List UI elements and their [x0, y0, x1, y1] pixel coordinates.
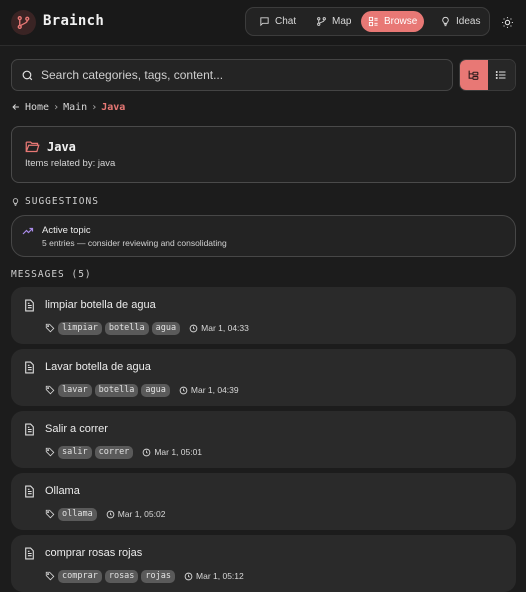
nav-map-label: Map [332, 16, 352, 27]
breadcrumb-main[interactable]: Main [63, 102, 87, 113]
tag-chip[interactable]: ollama [58, 507, 97, 521]
message-time: Mar 1, 05:02 [106, 509, 166, 519]
tag-icon [45, 323, 55, 333]
message-meta: salir correr Mar 1, 05:01 [45, 445, 202, 459]
message-time-text: Mar 1, 04:39 [190, 385, 239, 395]
category-title: Java [47, 140, 76, 154]
suggestion-detail: 5 entries — consider reviewing and conso… [42, 238, 227, 248]
suggestion-title: Active topic [42, 225, 91, 236]
theme-toggle-button[interactable] [499, 14, 516, 31]
lightbulb-icon [442, 16, 449, 27]
app-brand: Brainch [43, 13, 105, 29]
message-time-text: Mar 1, 04:33 [201, 323, 249, 333]
suggestion-card[interactable]: Active topic 5 entries — consider review… [11, 215, 516, 257]
chevron-right-icon: › [91, 101, 98, 113]
search-input[interactable] [41, 68, 431, 82]
suggestions-header: SUGGESTIONS [11, 196, 99, 207]
back-arrow-icon[interactable] [11, 102, 21, 112]
clock-icon [106, 510, 115, 518]
messages-header: MESSAGES (5) [11, 269, 92, 280]
brainch-logo-icon[interactable] [11, 10, 36, 35]
tag-chip[interactable]: agua [141, 383, 170, 397]
message-time: Mar 1, 04:33 [189, 323, 249, 333]
tag-icon [45, 509, 55, 519]
category-description: Items related by: java [25, 158, 116, 169]
breadcrumb-current: Java [101, 101, 126, 113]
message-title: limpiar botella de agua [45, 299, 156, 311]
folder-open-icon [25, 141, 40, 153]
grid-list-icon [368, 16, 378, 27]
message-title: comprar rosas rojas [45, 547, 143, 559]
search-icon [22, 70, 33, 80]
search-box[interactable] [11, 59, 453, 91]
list-view-button[interactable] [487, 60, 515, 90]
message-time: Mar 1, 05:01 [142, 447, 202, 457]
tag-chip[interactable]: correr [94, 445, 134, 459]
nav-ideas-label: Ideas [456, 16, 481, 27]
top-bar: Brainch Chat Map Browse Ideas [0, 0, 526, 46]
document-icon [25, 547, 34, 560]
chevron-right-icon: › [53, 101, 60, 113]
tag-chip[interactable]: limpiar [58, 321, 102, 335]
document-icon [25, 423, 34, 436]
lightbulb-icon [12, 197, 19, 206]
branch-icon [317, 17, 326, 26]
message-title: Lavar botella de agua [45, 361, 151, 373]
message-time-text: Mar 1, 05:02 [117, 509, 166, 519]
main-nav: Chat Map Browse Ideas [245, 7, 490, 36]
nav-map[interactable]: Map [309, 11, 358, 32]
clock-icon [189, 324, 198, 332]
document-icon [25, 361, 34, 374]
category-card: Java Items related by: java [11, 126, 516, 183]
message-time: Mar 1, 04:39 [179, 385, 239, 395]
nav-chat[interactable]: Chat [252, 11, 303, 32]
tag-chip[interactable]: botella [94, 383, 139, 397]
tag-chip[interactable]: agua [151, 321, 181, 335]
tag-chip[interactable]: lavar [58, 383, 92, 397]
tag-icon [45, 385, 55, 395]
message-meta: lavar botella agua Mar 1, 04:39 [45, 383, 239, 397]
tag-chip[interactable]: rosas [104, 569, 139, 583]
message-meta: limpiar botella agua Mar 1, 04:33 [45, 321, 249, 335]
message-meta: ollama Mar 1, 05:02 [45, 507, 165, 521]
message-card[interactable]: Ollama ollama Mar 1, 05:02 [11, 473, 516, 530]
document-icon [25, 485, 34, 498]
message-card[interactable]: limpiar botella de agua limpiar botella agu… [11, 287, 516, 344]
tree-view-button[interactable] [460, 60, 488, 90]
nav-browse-label: Browse [384, 16, 418, 27]
message-title: Salir a correr [45, 423, 108, 435]
suggestions-title: SUGGESTIONS [25, 196, 99, 207]
tag-chip[interactable]: rojas [141, 569, 176, 583]
document-icon [25, 299, 34, 312]
sun-icon [502, 17, 513, 28]
clock-icon [179, 386, 188, 394]
message-card[interactable]: comprar rosas rojas comprar rosas rojas Mar … [11, 535, 516, 592]
message-time-text: Mar 1, 05:01 [154, 447, 203, 457]
message-title: Ollama [45, 485, 80, 497]
nav-ideas[interactable]: Ideas [433, 11, 487, 32]
breadcrumb-home[interactable]: Home [25, 102, 49, 113]
tag-chip[interactable]: salir [58, 445, 92, 459]
list-icon [496, 71, 506, 79]
chat-icon [260, 17, 269, 27]
tree-view-icon [468, 70, 479, 80]
view-toggle [459, 59, 516, 91]
clock-icon [142, 448, 151, 456]
breadcrumb: Home › Main › Java [11, 100, 125, 114]
nav-browse[interactable]: Browse [361, 11, 425, 32]
message-card[interactable]: Salir a correr salir correr Mar 1, 05:01 [11, 411, 516, 468]
message-card[interactable]: Lavar botella de agua lavar botella agua Mar… [11, 349, 516, 406]
nav-chat-label: Chat [275, 16, 297, 27]
trending-up-icon [22, 227, 34, 235]
message-meta: comprar rosas rojas Mar 1, 05:12 [45, 569, 244, 583]
tag-chip[interactable]: botella [104, 321, 149, 335]
tag-chip[interactable]: comprar [58, 569, 102, 583]
tag-icon [45, 447, 55, 457]
